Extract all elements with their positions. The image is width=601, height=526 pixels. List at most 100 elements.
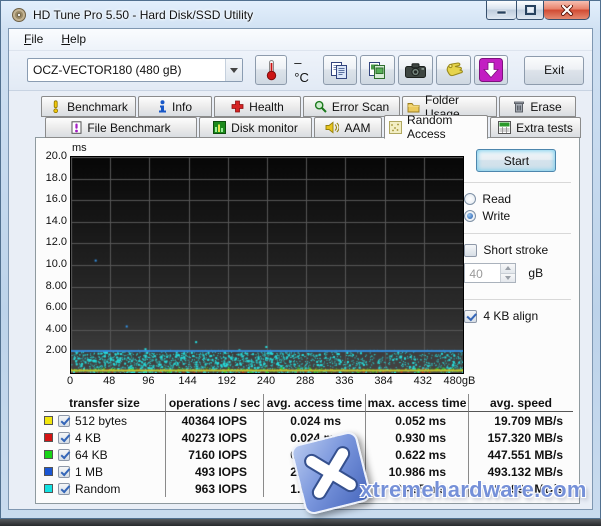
avg-access-value: 0.024 ms [264,429,366,446]
row-checkbox[interactable] [58,449,70,461]
row-checkbox[interactable] [58,432,70,444]
row-label: 1 MB [75,465,103,479]
y-axis-labels: 20.0 18.0 16.0 14.0 12.0 10.0 8.00 6.00 … [44,156,68,372]
tab-health[interactable]: Health [214,96,301,117]
tab-benchmark[interactable]: Benchmark [41,96,136,117]
temperature-button[interactable] [255,55,287,85]
spinner-down[interactable] [501,274,515,283]
row-checkbox[interactable] [58,483,70,495]
header-transfer-size: transfer size [44,394,166,412]
x-tick-label: 384 [374,375,392,387]
download-arrow-icon [479,58,503,82]
tab-aam[interactable]: AAM [314,117,382,138]
tab-label: File Benchmark [87,121,170,135]
thermometer-icon [265,59,278,81]
avg-access-value: 0.024 ms [264,412,366,429]
x-tick-label: 144 [178,375,196,387]
ops-value: 40273 IOPS [166,429,264,446]
y-tick-label: 16.0 [46,193,67,205]
y-tick-label: 14.0 [46,215,67,227]
table-row-random: Random 963 IOPS 1.037 ms 3.495 ms 489.99… [44,480,571,497]
client-area: File Help OCZ-VECTOR180 (480 gB) – °C [8,28,593,510]
tab-error-scan[interactable]: Error Scan [303,96,400,117]
titlebar[interactable]: HD Tune Pro 5.50 - Hard Disk/SSD Utility [1,1,600,28]
tab-file-benchmark[interactable]: File Benchmark [45,117,197,138]
max-access-value: 0.622 ms [366,446,469,463]
screenshot-button[interactable] [398,55,433,85]
short-stroke-size-input[interactable]: 40 [464,263,516,283]
menu-help[interactable]: Help [52,29,95,49]
drive-select[interactable]: OCZ-VECTOR180 (480 gB) [27,58,243,82]
start-button[interactable]: Start [476,149,556,172]
window-title: HD Tune Pro 5.50 - Hard Disk/SSD Utility [33,8,253,22]
separator [462,233,571,234]
file-benchmark-icon [71,121,82,134]
menu-help-rest: elp [70,32,86,46]
avg-speed-value: 493.132 MB/s [469,463,573,480]
write-option[interactable]: Write [464,209,571,223]
menu-file[interactable]: File [15,29,52,49]
y-tick-label: 6.00 [46,301,67,313]
ops-value: 963 IOPS [166,480,264,497]
tab-label: Error Scan [332,100,389,114]
exit-button[interactable]: Exit [524,56,584,85]
tab-erase[interactable]: Erase [499,96,576,117]
minimize-button[interactable] [486,1,516,20]
read-option[interactable]: Read [464,192,571,206]
donate-button[interactable] [436,55,471,85]
spinner-buttons[interactable] [500,264,515,282]
extra-tests-icon [498,121,511,134]
row-label: Random [75,482,120,496]
magnifier-icon [314,100,327,113]
camera-icon [405,63,426,78]
tab-label: AAM [344,121,370,135]
ops-value: 493 IOPS [166,463,264,480]
tab-label: Random Access [407,113,483,141]
series-color-swatch [44,467,53,476]
tab-info[interactable]: Info [138,96,212,117]
copy-image-button[interactable] [360,55,395,85]
x-tick-label: 480gB [444,375,476,387]
random-access-plot [70,156,464,374]
update-button[interactable] [474,55,509,85]
caption-buttons [486,1,590,20]
x-tick-label: 432 [414,375,432,387]
tab-disk-monitor[interactable]: Disk monitor [199,117,312,138]
test-controls-panel: Start Read Write Short [460,144,571,390]
copy-text-button[interactable] [323,55,358,85]
spinner-up[interactable] [501,264,515,274]
tab-extra-tests[interactable]: Extra tests [490,117,581,138]
align-checkbox[interactable] [464,310,477,323]
read-radio[interactable] [464,193,476,205]
row-checkbox[interactable] [58,466,70,478]
short-stroke-size-row: 40 gB [464,263,571,283]
row-checkbox[interactable] [58,415,70,427]
tab-random-access[interactable]: Random Access [384,115,488,139]
y-tick-label: 2.00 [46,344,67,356]
series-color-swatch [44,433,53,442]
chevron-down-icon [230,68,238,73]
align-label: 4 KB align [483,309,538,323]
drive-select-arrow[interactable] [225,59,242,81]
close-button[interactable] [544,1,590,20]
health-cross-icon [231,100,244,113]
avg-speed-value: 447.551 MB/s [469,446,573,463]
table-header-row: transfer size operations / sec avg. acce… [44,394,571,412]
short-stroke-option[interactable]: Short stroke [464,243,571,257]
align-option[interactable]: 4 KB align [464,309,571,323]
avg-speed-value: 157.320 MB/s [469,429,573,446]
maximize-button[interactable] [516,1,544,20]
read-label: Read [482,192,511,206]
ops-value: 7160 IOPS [166,446,264,463]
avg-speed-value: 19.709 MB/s [469,412,573,429]
down-arrow-icon [505,276,511,280]
short-stroke-checkbox[interactable] [464,244,477,257]
x-tick-label: 48 [103,375,115,387]
header-avg-access: avg. access time [264,394,366,412]
write-radio[interactable] [464,210,476,222]
header-max-access: max. access time [366,394,469,412]
copy-image-icon [368,61,387,80]
x-tick-label: 288 [296,375,314,387]
menu-bar: File Help [9,29,592,51]
bar-chart-icon [213,121,226,134]
